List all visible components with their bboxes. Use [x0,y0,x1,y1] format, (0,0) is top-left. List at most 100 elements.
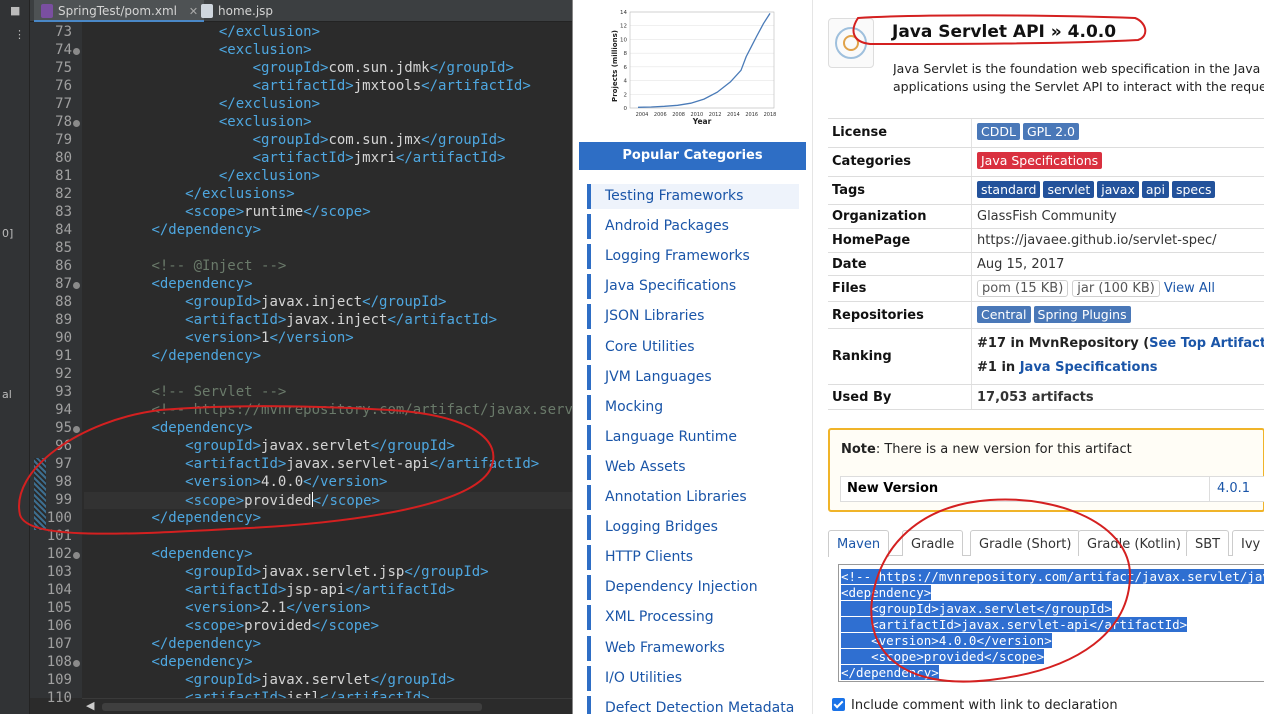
code-line[interactable]: <groupId>javax.servlet.jsp</groupId> [84,564,488,580]
dependency-snippet[interactable]: <!-- https://mvnrepository.com/artifact/… [838,564,1264,682]
scroll-thumb[interactable] [102,703,482,711]
license-badge[interactable]: GPL 2.0 [1022,123,1079,140]
more-icon[interactable]: ⋮ [14,28,25,41]
tag-badge[interactable]: specs [1171,181,1216,198]
checkbox-label: Include comment with link to declaration [851,698,1118,713]
code-line[interactable]: <dependency> [84,276,252,292]
checkbox-checked-icon[interactable] [832,698,845,711]
tab-ivy[interactable]: Ivy [1232,530,1264,556]
category-item[interactable]: Mocking [587,394,799,420]
jar-file-link[interactable]: jar (100 KB) [1072,280,1160,297]
code-line[interactable]: <!-- @Inject --> [84,258,286,274]
fold-marker-icon[interactable] [73,660,80,667]
organization-link[interactable]: GlassFish Community [977,209,1117,224]
code-line[interactable]: <groupId>com.sun.jmx</groupId> [84,132,506,148]
code-line[interactable]: <artifactId>jmxtools</artifactId> [84,78,531,94]
code-line[interactable]: <version>1</version> [84,330,354,346]
build-tool-tabs: Maven Gradle Gradle (Short) Gradle (Kotlin)… [828,528,1264,557]
category-item[interactable]: JSON Libraries [587,304,799,330]
homepage-link[interactable]: https://javaee.github.io/servlet-spec/ [977,233,1217,248]
code-line[interactable]: <artifactId>javax.servlet-api</artifactI… [84,456,539,472]
code-line[interactable]: </dependency> [84,222,261,238]
code-line[interactable]: <!-- Servlet --> [84,384,286,400]
category-item[interactable]: I/O Utilities [587,665,799,691]
code-line[interactable]: </dependency> [84,348,261,364]
code-line[interactable]: </exclusions> [84,186,295,202]
fold-marker-icon[interactable] [73,426,80,433]
tag-badge[interactable]: api [1141,181,1169,198]
category-item[interactable]: Core Utilities [587,334,799,360]
code-line[interactable]: <version>2.1</version> [84,600,370,616]
new-version-link[interactable]: 4.0.1 [1217,481,1250,496]
category-item[interactable]: Java Specifications [587,274,799,300]
chart-y-tick: 8 [624,51,628,57]
java-specifications-link[interactable]: Java Specifications [1020,360,1158,375]
panel-menu-icon[interactable]: ■ [10,4,20,17]
category-item[interactable]: Web Frameworks [587,635,799,661]
code-line[interactable]: <groupId>javax.inject</groupId> [84,294,446,310]
tag-badge[interactable]: javax [1097,181,1139,198]
category-item[interactable]: Logging Bridges [587,515,799,541]
chart-y-tick: 0 [624,106,628,112]
row-tags: Tags standard servlet javax api specs [828,177,1264,205]
tab-sbt[interactable]: SBT [1186,530,1230,556]
fold-marker-icon[interactable] [73,552,80,559]
scroll-left-icon[interactable]: ◀ [86,699,94,712]
code-line[interactable]: <groupId>javax.servlet</groupId> [84,438,455,454]
code-line[interactable]: <dependency> [84,420,252,436]
code-line[interactable]: <scope>provided</scope> [84,492,572,509]
tab-gradle-kotlin[interactable]: Gradle (Kotlin) [1078,530,1190,556]
code-line[interactable] [84,528,151,544]
license-badge[interactable]: CDDL [977,123,1020,140]
tab-gradle-short[interactable]: Gradle (Short) [970,530,1081,556]
category-item[interactable]: Annotation Libraries [587,485,799,510]
top-artifacts-link[interactable]: See Top Artifacts [1149,336,1264,351]
category-item[interactable]: Android Packages [587,214,799,240]
code-line[interactable]: </exclusion> [84,168,320,184]
category-item[interactable]: Language Runtime [587,424,799,450]
view-all-link[interactable]: View All [1164,281,1215,296]
code-line[interactable]: <scope>provided</scope> [84,618,379,634]
category-item[interactable]: JVM Languages [587,364,799,390]
code-line[interactable]: <scope>runtime</scope> [84,204,370,220]
repository-badge[interactable]: Spring Plugins [1033,306,1131,323]
code-line[interactable]: </dependency> [84,636,261,652]
category-item[interactable]: Testing Frameworks [587,184,799,209]
code-line[interactable]: </exclusion> [84,96,320,112]
repository-badge[interactable]: Central [977,306,1031,323]
tag-badge[interactable]: standard [977,181,1041,198]
category-item[interactable]: Logging Frameworks [587,244,799,270]
code-line[interactable]: <exclusion> [84,114,312,130]
tag-badge[interactable]: servlet [1043,181,1095,198]
code-line[interactable]: <exclusion> [84,42,312,58]
code-line[interactable]: </dependency> [84,510,261,526]
category-item[interactable]: XML Processing [587,605,799,631]
tab-pom-xml[interactable]: SpringTest/pom.xml ✕ [34,0,205,22]
horizontal-scrollbar[interactable]: ◀ [82,698,572,714]
code-line[interactable] [84,366,151,382]
code-line[interactable]: <dependency> [84,654,252,670]
fold-marker-icon[interactable] [73,120,80,127]
fold-marker-icon[interactable] [73,282,80,289]
category-item[interactable]: HTTP Clients [587,545,799,571]
code-line[interactable]: <groupId>javax.servlet</groupId> [84,672,455,688]
tab-home-jsp[interactable]: home.jsp [194,0,279,22]
code-line[interactable]: <artifactId>jmxri</artifactId> [84,150,506,166]
code-line[interactable]: <artifactId>jsp-api</artifactId> [84,582,455,598]
code-line[interactable] [84,240,151,256]
code-line[interactable]: <groupId>com.sun.jdmk</groupId> [84,60,514,76]
used-by-link[interactable]: 17,053 artifacts [977,390,1094,405]
code-line[interactable]: <artifactId>javax.inject</artifactId> [84,312,497,328]
code-line[interactable]: <version>4.0.0</version> [84,474,387,490]
code-line[interactable]: <dependency> [84,546,252,562]
category-item[interactable]: Web Assets [587,454,799,480]
include-comment-checkbox[interactable]: Include comment with link to declaration [832,698,1118,713]
pom-file-link[interactable]: pom (15 KB) [977,280,1069,297]
code-line[interactable]: </exclusion> [84,24,320,40]
category-item[interactable]: Dependency Injection [587,575,799,601]
tab-maven[interactable]: Maven [828,530,890,557]
fold-marker-icon[interactable] [73,48,80,55]
category-item[interactable]: Defect Detection Metadata [587,695,799,714]
category-badge[interactable]: Java Specifications [977,152,1103,169]
tab-gradle[interactable]: Gradle [902,530,964,556]
